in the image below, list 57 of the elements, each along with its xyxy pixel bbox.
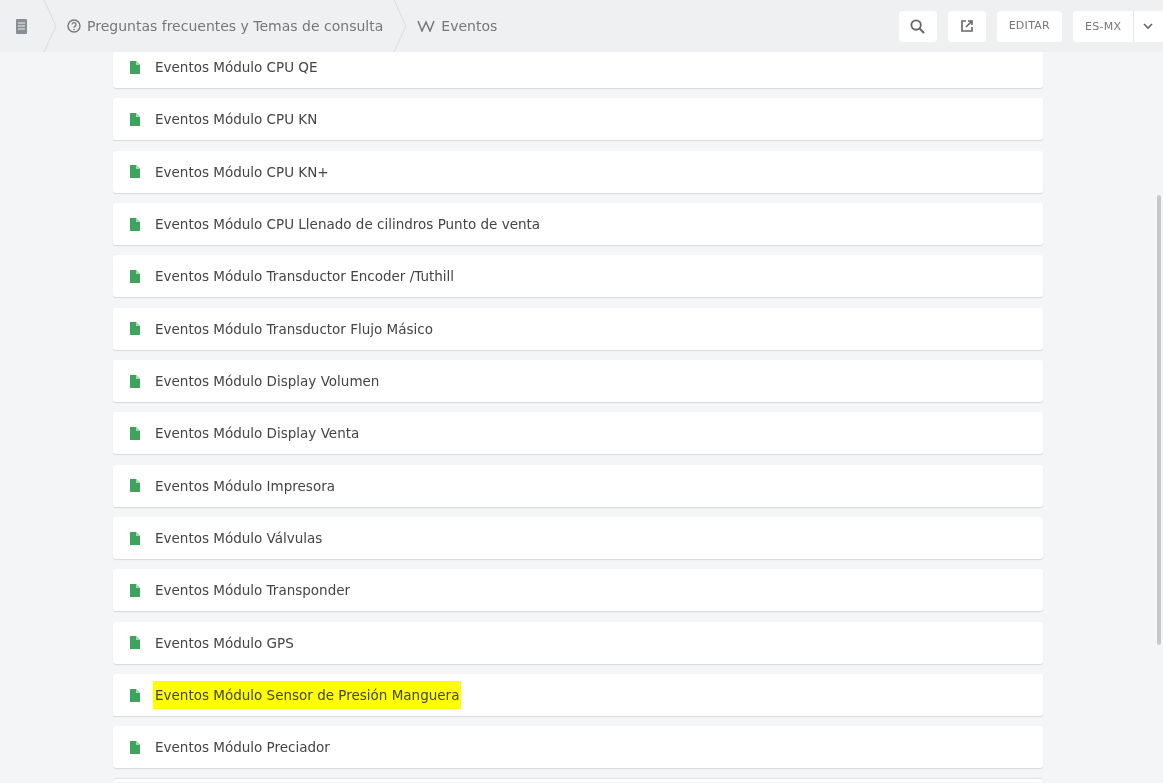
- page-list-item[interactable]: Eventos Módulo CPU QE: [113, 52, 1043, 88]
- search-button[interactable]: [898, 10, 937, 42]
- language-selector[interactable]: ES-MX: [1073, 10, 1163, 42]
- document-icon: [130, 269, 140, 283]
- page-list-item[interactable]: Eventos Módulo CPU KN+: [113, 150, 1043, 193]
- page-title: Eventos Módulo Transductor Flujo Másico: [154, 319, 434, 339]
- page-title: Eventos Módulo CPU QE: [154, 57, 319, 77]
- page-title: Eventos Módulo GPS: [154, 633, 295, 653]
- document-icon: [130, 112, 140, 126]
- page-list-item[interactable]: Eventos Módulo GPS: [113, 621, 1043, 664]
- page-title: Eventos Módulo Transductor Encoder /Tuthill: [154, 267, 456, 287]
- page-list-item[interactable]: Eventos Módulo Transponder: [113, 569, 1043, 612]
- chevron-down-icon: [1143, 22, 1154, 30]
- document-icon: [130, 165, 140, 179]
- document-icon: [130, 426, 140, 440]
- document-icon: [130, 60, 140, 74]
- page-list-item[interactable]: Eventos Módulo Sensor de Presión Manguera: [113, 674, 1043, 717]
- document-icon: [130, 374, 140, 388]
- page-title: Eventos Módulo Display Venta: [154, 424, 361, 444]
- external-link-icon: [960, 20, 973, 32]
- page-list-item[interactable]: Eventos Módulo CPU KN: [113, 98, 1043, 141]
- document-icon: [130, 531, 140, 545]
- page-list-item[interactable]: Eventos Módulo Impresora: [113, 464, 1043, 507]
- wiki-icon: [417, 20, 436, 32]
- page-list-item[interactable]: Eventos Módulo Transductor Encoder /Tuthill: [113, 255, 1043, 298]
- document-icon: [130, 322, 140, 336]
- document-icon: [130, 217, 140, 231]
- breadcrumb-separator-icon: [43, 0, 57, 52]
- document-icon: [130, 479, 140, 493]
- page-title: Eventos Módulo CPU Llenado de cilindros Punto de venta: [154, 214, 542, 234]
- page-title: Eventos Módulo Impresora: [154, 476, 336, 496]
- search-icon: [910, 18, 926, 34]
- open-external-button[interactable]: [947, 10, 986, 42]
- page-title: Eventos Módulo Transponder: [154, 581, 352, 601]
- breadcrumb-link[interactable]: Eventos: [407, 15, 508, 37]
- page-list-item[interactable]: Eventos Módulo Válvulas: [113, 517, 1043, 560]
- breadcrumb-link[interactable]: Preguntas frecuentes y Temas de consulta: [57, 15, 394, 37]
- page-list-item[interactable]: Eventos Módulo Transductor Flujo Másico: [113, 307, 1043, 350]
- page-title: Eventos Módulo Sensor de Presión Manguera: [153, 681, 462, 710]
- page-title: Eventos Módulo CPU KN: [154, 110, 319, 130]
- language-label: ES-MX: [1073, 10, 1135, 42]
- breadcrumb-separator-icon: [393, 0, 408, 52]
- page-title: Eventos Módulo CPU KN+: [154, 162, 330, 182]
- document-icon: [130, 688, 140, 702]
- scrollbar[interactable]: [1157, 195, 1161, 645]
- page-list-item[interactable]: Eventos Módulo Preciador: [113, 726, 1043, 769]
- document-icon: [130, 740, 140, 754]
- question-icon: [67, 19, 81, 33]
- page-list-item[interactable]: Eventos Módulo Display Venta: [113, 412, 1043, 455]
- page-title: Eventos Módulo Válvulas: [154, 528, 324, 548]
- page-list-item[interactable]: Eventos Módulo CPU Llenado de cilindros Punto de venta: [113, 203, 1043, 246]
- page-list-item[interactable]: Eventos Módulo Display Volumen: [113, 360, 1043, 403]
- document-icon: [130, 636, 140, 650]
- edit-button[interactable]: EDITAR: [996, 10, 1062, 42]
- page-title: Eventos Módulo Preciador: [154, 738, 331, 758]
- page-title: Eventos Módulo Display Volumen: [154, 371, 381, 391]
- document-icon: [130, 583, 140, 597]
